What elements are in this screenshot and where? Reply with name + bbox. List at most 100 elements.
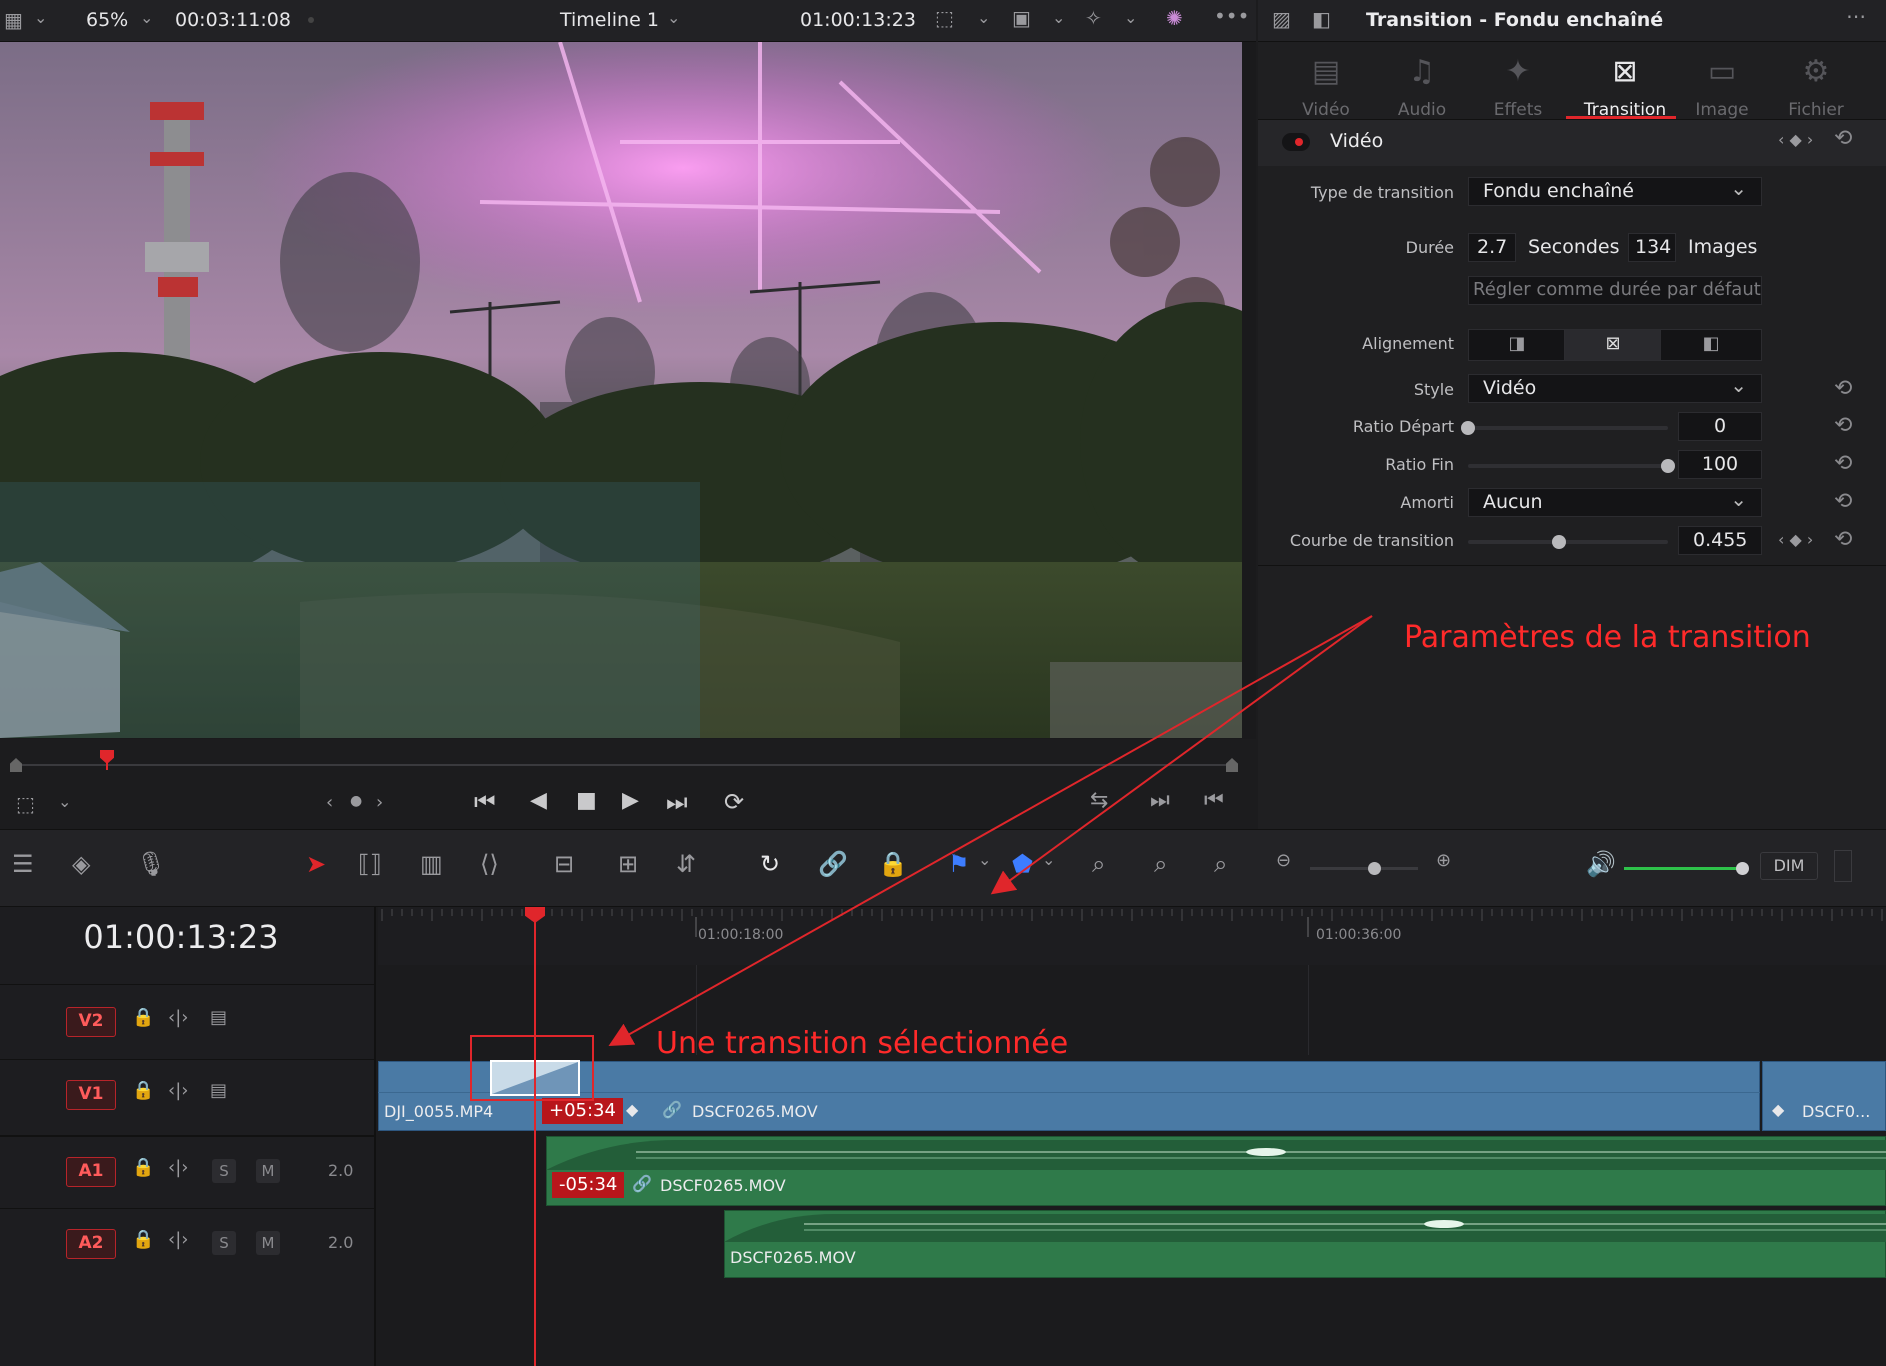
loop-icon[interactable]: ⟳: [724, 790, 744, 814]
ratio-start-input[interactable]: 0: [1678, 412, 1762, 441]
viewer-scrub-bar[interactable]: [10, 750, 1238, 774]
more-options-icon[interactable]: •••: [1214, 6, 1249, 26]
track-v2-lock-icon[interactable]: 🔒: [132, 1009, 154, 1027]
curve-reset-icon[interactable]: ⟲: [1834, 527, 1852, 552]
volume-slider-knob[interactable]: [1736, 862, 1749, 875]
track-a2-autoselect-icon[interactable]: ‹|›: [168, 1231, 188, 1249]
section-keyframe-nav-icon[interactable]: ‹ ◆ ›: [1778, 132, 1813, 148]
align-center-button[interactable]: ⊠: [1564, 329, 1662, 361]
zoom-detail-icon[interactable]: ⌕: [1154, 852, 1167, 876]
track-a2-badge[interactable]: A2: [66, 1229, 116, 1259]
curve-input[interactable]: 0.455: [1678, 526, 1762, 555]
zoom-chevron-icon[interactable]: ⌄: [140, 10, 153, 26]
marker-chevron-icon[interactable]: ⌄: [1042, 852, 1055, 868]
zoom-custom-icon[interactable]: ⌕: [1214, 852, 1227, 876]
track-a1-badge[interactable]: A1: [66, 1157, 116, 1187]
zoom-full-icon[interactable]: ⌕: [1092, 852, 1105, 876]
zoom-out-icon[interactable]: ⊖: [1276, 852, 1291, 870]
track-a1-solo-button[interactable]: S: [212, 1159, 236, 1183]
align-end-button[interactable]: ◧: [1660, 329, 1762, 361]
safe-area-icon[interactable]: ⬚: [935, 8, 954, 28]
curve-knob[interactable]: [1552, 535, 1566, 549]
voiceover-mic-icon[interactable]: 🎙: [136, 852, 166, 876]
transform-chevron-icon[interactable]: ⌄: [58, 794, 71, 810]
track-v1-badge[interactable]: V1: [66, 1080, 116, 1110]
ratio-end-reset-icon[interactable]: ⟲: [1834, 451, 1852, 476]
v1-next-keyframe-icon[interactable]: ◆: [1772, 1102, 1784, 1118]
quality-chevron-icon[interactable]: ⌄: [1052, 10, 1065, 26]
insert-clip-icon[interactable]: ⊟: [554, 852, 574, 876]
color-wheel-icon[interactable]: ✺: [1166, 8, 1183, 28]
snapping-diamond-icon[interactable]: ◈: [72, 852, 90, 876]
zoom-slider[interactable]: [1310, 862, 1418, 875]
timeline-name[interactable]: Timeline 1: [560, 9, 659, 31]
duration-frames-input[interactable]: 134: [1628, 233, 1676, 262]
transform-icon[interactable]: ⬚: [16, 794, 35, 814]
style-dropdown[interactable]: Vidéo: [1468, 373, 1762, 403]
stop-icon[interactable]: ■: [576, 790, 597, 812]
out-point-handle[interactable]: [1226, 758, 1238, 772]
track-v1-autoselect-icon[interactable]: ‹|›: [168, 1082, 188, 1100]
track-v2-film-icon[interactable]: ▤: [210, 1009, 227, 1027]
position-lock-icon[interactable]: 🔒: [878, 852, 908, 876]
match-frame-icon[interactable]: ⇆: [1090, 790, 1108, 812]
duration-seconds-input[interactable]: 2.7: [1468, 233, 1516, 262]
selection-tool-icon[interactable]: ➤: [306, 852, 326, 876]
play-reverse-icon[interactable]: ◀: [530, 790, 547, 812]
track-a1-autoselect-icon[interactable]: ‹|›: [168, 1159, 188, 1177]
next-edit-icon[interactable]: ⏭: [1150, 790, 1170, 812]
workspace-layout-icon[interactable]: ▦: [4, 10, 23, 30]
ratio-end-slider[interactable]: [1468, 459, 1675, 473]
track-a2-mute-button[interactable]: M: [256, 1231, 280, 1255]
section-reset-icon[interactable]: ⟲: [1834, 126, 1852, 151]
set-default-duration-button[interactable]: Régler comme durée par défaut: [1468, 276, 1762, 305]
replace-clip-icon[interactable]: ⇵: [676, 852, 696, 876]
style-reset-icon[interactable]: ⟲: [1834, 376, 1852, 401]
track-v1-lock-icon[interactable]: 🔒: [132, 1082, 154, 1100]
section-toggle[interactable]: [1282, 133, 1310, 151]
trim-tool-icon[interactable]: ⟦⟧: [358, 852, 382, 876]
track-v1-film-icon[interactable]: ▤: [210, 1082, 227, 1100]
skip-to-start-icon[interactable]: ⏮: [474, 790, 496, 814]
ease-reset-icon[interactable]: ⟲: [1834, 489, 1852, 514]
layout-chevron-icon[interactable]: ⌄: [34, 10, 47, 26]
next-keyframe-icon[interactable]: ›: [376, 794, 383, 812]
playback-quality-icon[interactable]: ▣: [1012, 8, 1031, 28]
zoom-level[interactable]: 65%: [86, 9, 128, 31]
ratio-start-knob[interactable]: [1461, 421, 1475, 435]
blade-tool-icon[interactable]: ⟨⟩: [480, 852, 499, 876]
ratio-start-reset-icon[interactable]: ⟲: [1834, 413, 1852, 438]
bypass-icon[interactable]: ✧: [1085, 8, 1102, 28]
in-point-handle[interactable]: [10, 758, 22, 772]
ease-dropdown[interactable]: Aucun: [1468, 487, 1762, 517]
track-a1-mute-button[interactable]: M: [256, 1159, 280, 1183]
overwrite-clip-icon[interactable]: ⊞: [618, 852, 638, 876]
dynamic-trim-icon[interactable]: ▥: [420, 852, 443, 876]
flag-chevron-icon[interactable]: ⌄: [978, 852, 991, 868]
play-icon[interactable]: ▶: [622, 790, 639, 812]
safe-area-chevron-icon[interactable]: ⌄: [977, 10, 990, 26]
zoom-in-icon[interactable]: ⊕: [1436, 852, 1451, 870]
prev-edit-icon[interactable]: ⏮: [1204, 790, 1224, 812]
timeline-view-options-icon[interactable]: ☰: [12, 852, 34, 876]
zoom-slider-knob[interactable]: [1368, 862, 1381, 875]
track-a2-lock-icon[interactable]: 🔒: [132, 1231, 154, 1249]
inspector-more-icon[interactable]: ⋯: [1846, 6, 1866, 26]
ratio-end-knob[interactable]: [1661, 459, 1675, 473]
keyframe-dot-icon[interactable]: ●: [350, 794, 362, 808]
snapping-magnet-icon[interactable]: ↻: [760, 852, 780, 876]
ratio-start-slider[interactable]: [1461, 421, 1668, 435]
curve-keyframe-nav-icon[interactable]: ‹ ◆ ›: [1778, 532, 1813, 548]
align-start-button[interactable]: ◨: [1468, 329, 1566, 361]
track-a1-lock-icon[interactable]: 🔒: [132, 1159, 154, 1177]
marker-icon[interactable]: ⬟: [1012, 852, 1033, 876]
track-v2-autoselect-icon[interactable]: ‹|›: [168, 1009, 188, 1027]
track-v2-badge[interactable]: V2: [66, 1007, 116, 1037]
timeline-chevron-icon[interactable]: ⌄: [667, 10, 680, 26]
split-panel-icon[interactable]: ◧: [1312, 9, 1331, 29]
volume-slider[interactable]: [1624, 862, 1749, 875]
skip-to-end-icon[interactable]: ⏭: [666, 790, 688, 814]
volume-icon[interactable]: 🔊: [1586, 852, 1616, 876]
timeline-ruler[interactable]: 01:00:18:00 01:00:36:00: [378, 907, 1886, 965]
image-icon[interactable]: ▨: [1272, 9, 1291, 29]
